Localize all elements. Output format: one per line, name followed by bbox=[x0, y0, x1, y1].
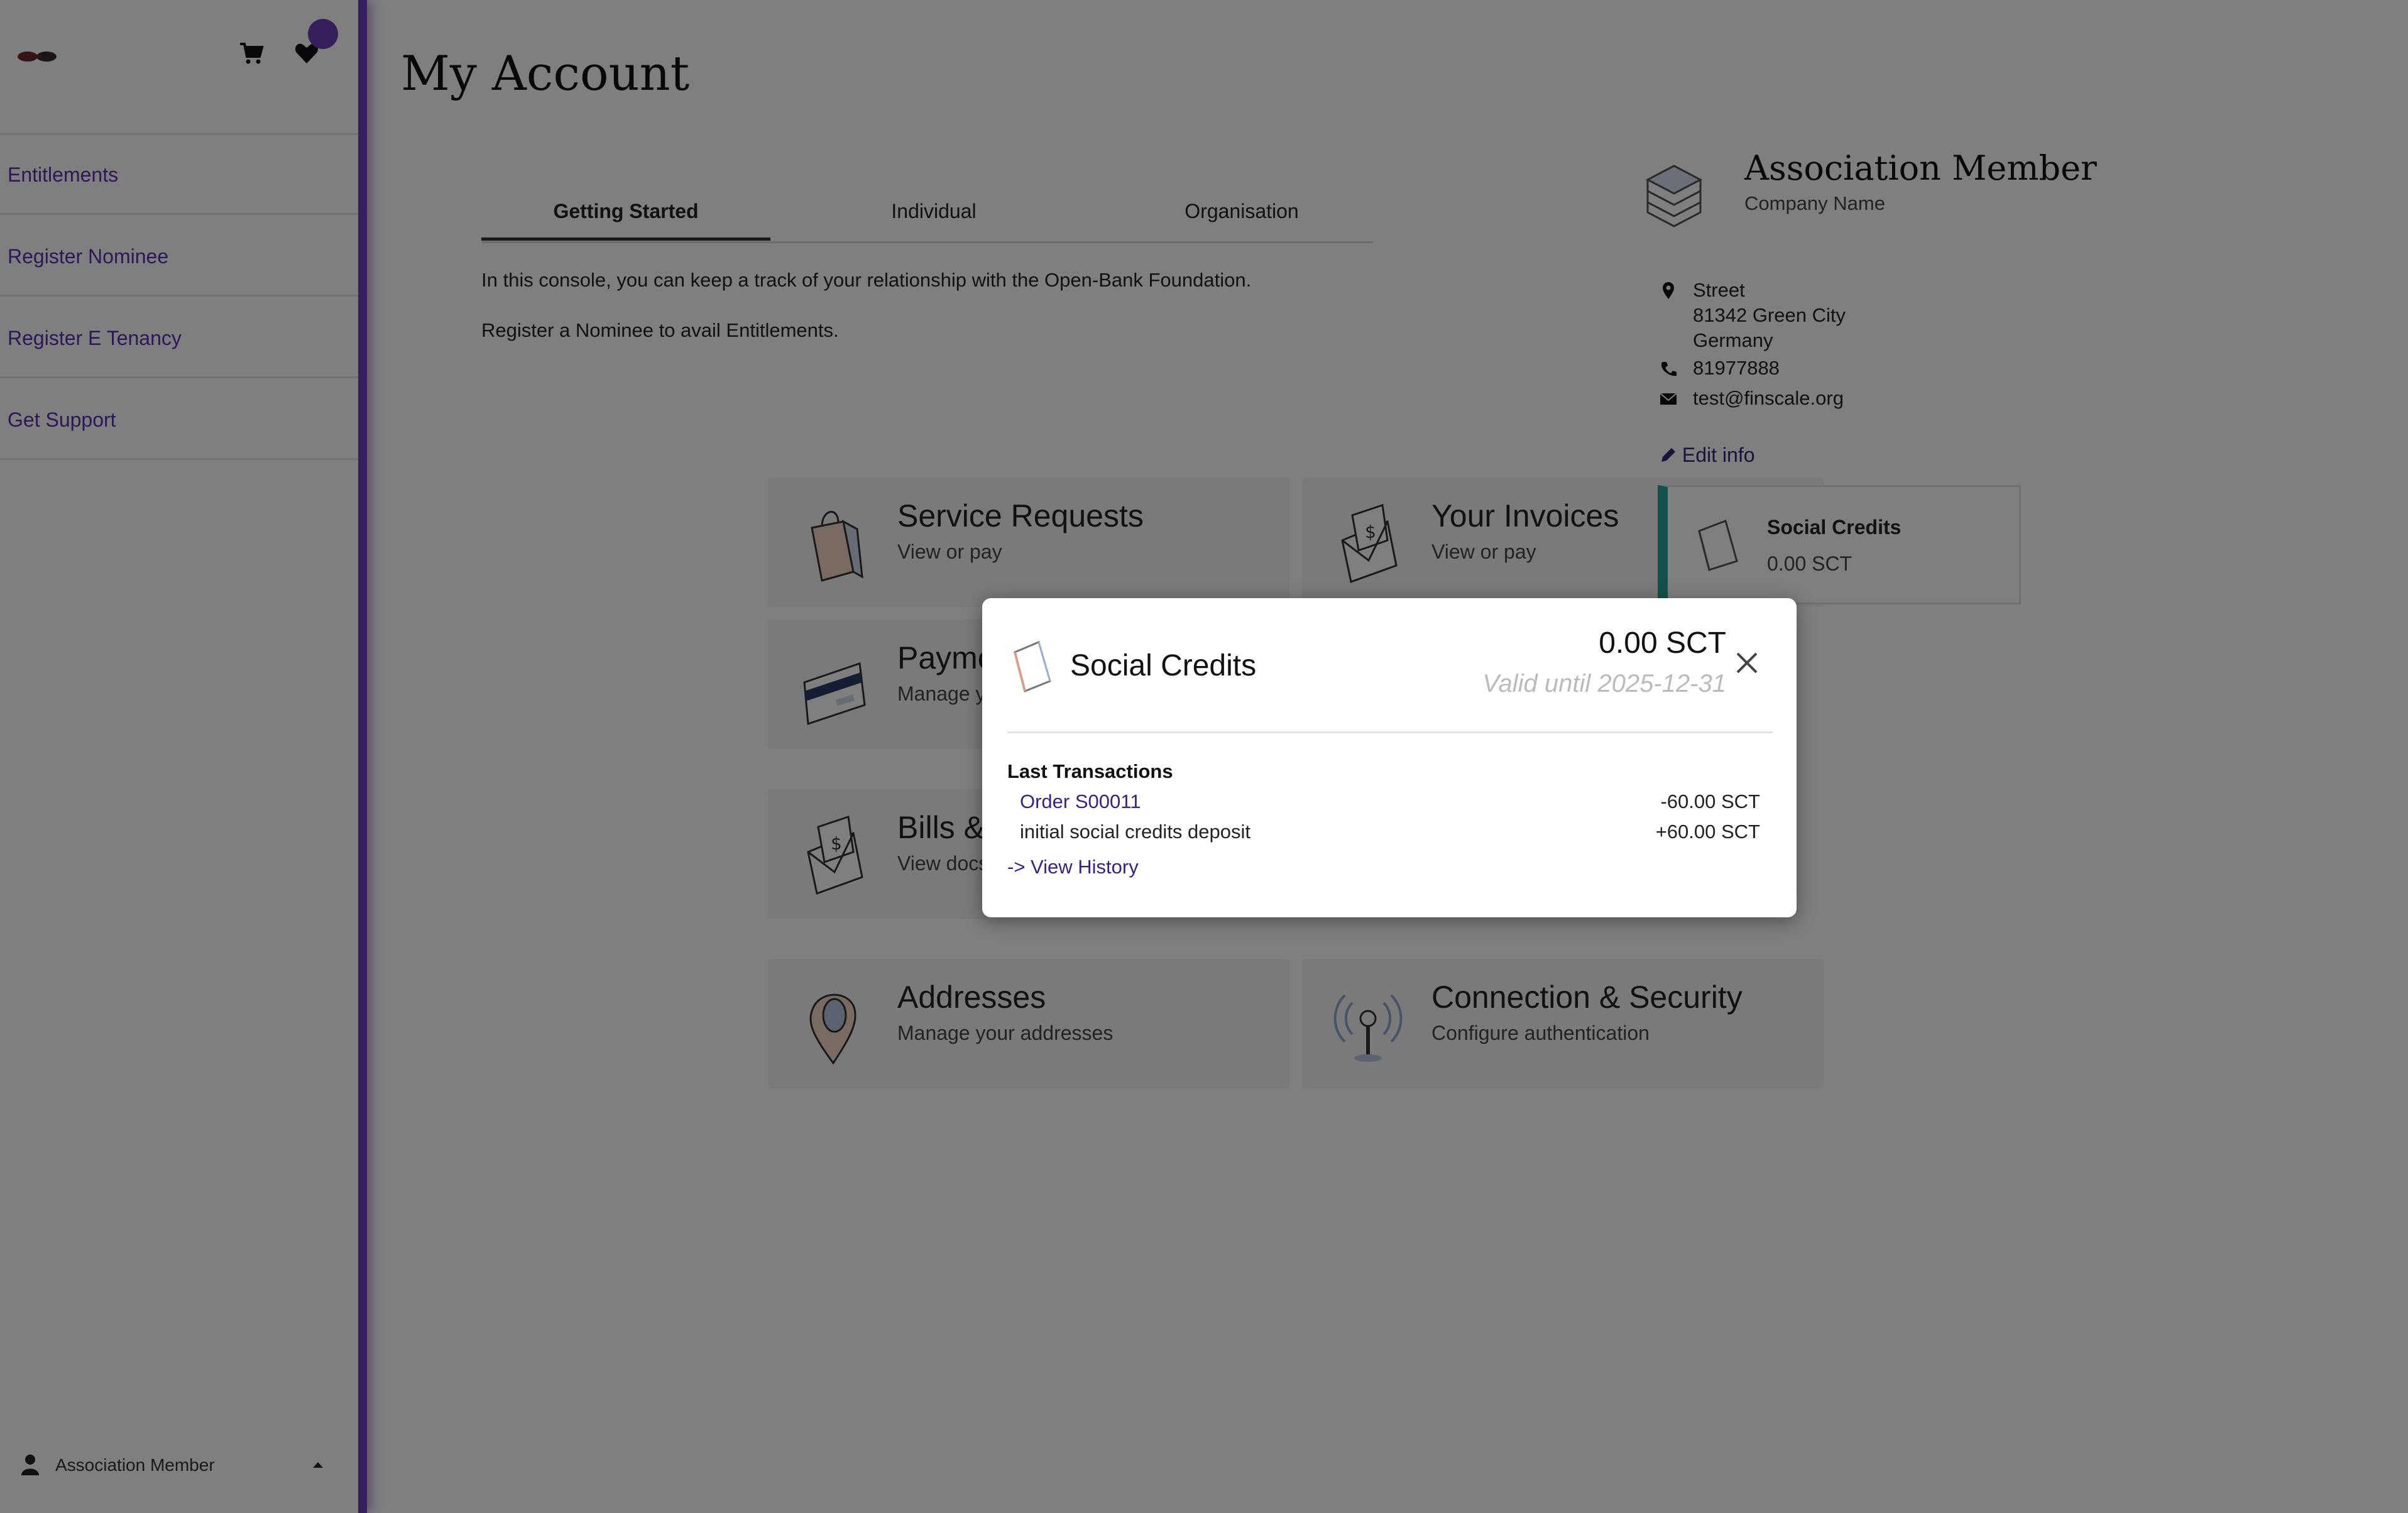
transaction-label: initial social credits deposit bbox=[1020, 821, 1251, 843]
order-link[interactable]: Order S00011 bbox=[1020, 790, 1141, 812]
modal-valid-until: Valid until 2025-12-31 bbox=[1482, 670, 1726, 697]
social-credits-modal: Social Credits 0.00 SCT Valid until 2025… bbox=[982, 598, 1797, 917]
modal-divider bbox=[1007, 731, 1773, 733]
modal-title: Social Credits bbox=[1070, 649, 1257, 682]
close-icon[interactable] bbox=[1734, 650, 1760, 676]
transaction-amount: -60.00 SCT bbox=[1660, 790, 1760, 812]
transaction-amount: +60.00 SCT bbox=[1655, 821, 1760, 843]
last-transactions-heading: Last Transactions bbox=[1007, 760, 1173, 782]
book-icon bbox=[1014, 640, 1051, 692]
modal-amount: 0.00 SCT bbox=[1599, 626, 1726, 660]
view-history-link[interactable]: -> View History bbox=[1007, 856, 1139, 878]
transaction-row: Order S00011 -60.00 SCT bbox=[1020, 790, 1760, 813]
transaction-row: initial social credits deposit +60.00 SC… bbox=[1020, 821, 1760, 843]
